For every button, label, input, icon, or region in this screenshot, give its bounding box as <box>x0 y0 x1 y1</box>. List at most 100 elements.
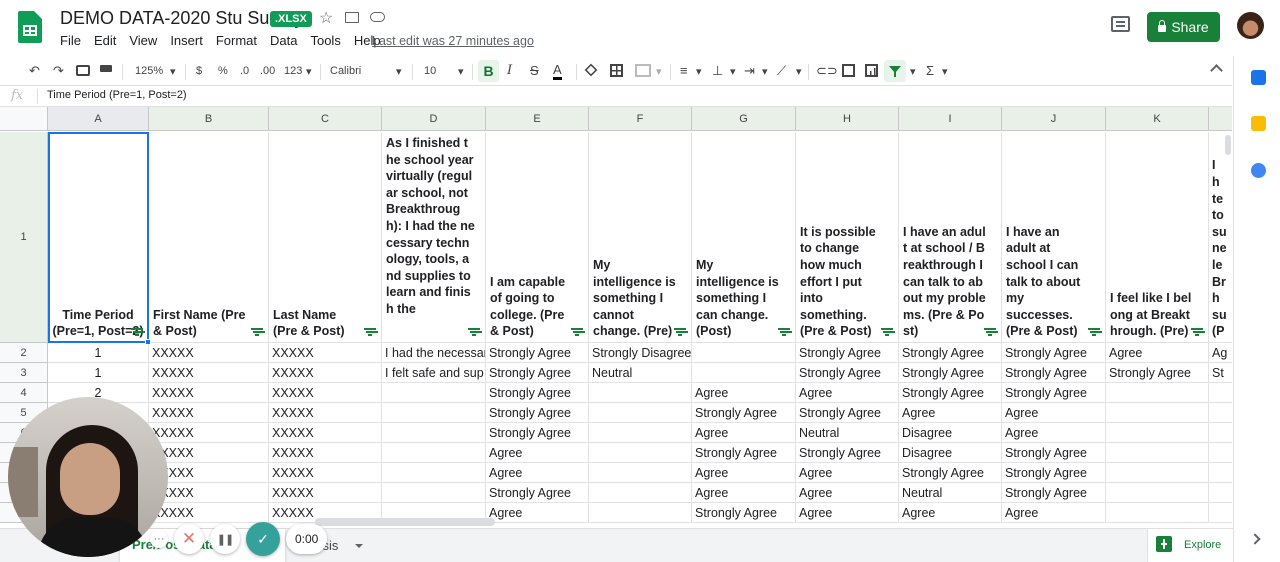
increase-decimal-button[interactable]: .00 <box>260 65 275 77</box>
column-header-c[interactable]: C <box>269 107 382 131</box>
table-cell[interactable]: XXXXX <box>269 363 382 383</box>
row-header-1[interactable]: 1 <box>0 132 48 343</box>
column-header-a[interactable]: A <box>48 107 149 131</box>
wrap-icon[interactable]: ⇥ <box>744 63 755 79</box>
table-cell[interactable]: Agree <box>692 483 796 503</box>
vertical-scrollbar[interactable] <box>1225 135 1231 155</box>
finish-recording-button[interactable]: ✓ <box>246 522 280 556</box>
paint-format-icon[interactable] <box>100 65 112 72</box>
decrease-decimal-button[interactable]: .0 <box>240 65 249 77</box>
header-cell[interactable]: My intelligence is something I cannot ch… <box>589 132 692 343</box>
column-header-l[interactable] <box>1209 107 1232 131</box>
cancel-recording-button[interactable]: ✕ <box>174 524 204 554</box>
filter-icon[interactable] <box>1191 328 1203 336</box>
table-cell[interactable]: Strongly Agree <box>1002 463 1106 483</box>
table-cell[interactable]: XXXXX <box>149 503 269 523</box>
filter-icon[interactable] <box>984 328 996 336</box>
table-cell[interactable]: Strongly Agree <box>486 423 589 443</box>
header-cell[interactable]: I have an adult at school I can talk to … <box>1002 132 1106 343</box>
filter-icon[interactable] <box>468 328 480 336</box>
bold-button[interactable]: B <box>478 60 499 82</box>
table-cell[interactable]: Strongly Agree <box>1002 363 1106 383</box>
filter-icon[interactable] <box>364 328 376 336</box>
font-family-select[interactable]: Calibri <box>330 65 361 77</box>
table-cell[interactable]: Agree <box>692 463 796 483</box>
table-cell[interactable]: Disagree <box>899 423 1002 443</box>
header-cell[interactable]: First Name (Pre & Post) <box>149 132 269 343</box>
undo-icon[interactable]: ↶ <box>29 63 40 79</box>
table-cell[interactable]: XXXXX <box>269 403 382 423</box>
fill-color-icon[interactable] <box>584 63 598 77</box>
menu-view[interactable]: View <box>129 33 157 48</box>
column-header-e[interactable]: E <box>486 107 589 131</box>
menu-file[interactable]: File <box>60 33 81 48</box>
table-cell[interactable]: Agree <box>1002 503 1106 523</box>
star-icon[interactable]: ☆ <box>319 8 333 28</box>
header-cell[interactable]: It is possible to change how much effort… <box>796 132 899 343</box>
collapse-menus-icon[interactable] <box>1210 64 1223 77</box>
table-cell[interactable]: Agree <box>796 483 899 503</box>
table-cell[interactable]: Strongly Agree <box>486 343 589 363</box>
table-cell[interactable]: Ag <box>1209 343 1232 363</box>
table-cell[interactable]: Strongly Agree <box>1002 443 1106 463</box>
table-cell[interactable]: Agree <box>899 503 1002 523</box>
table-cell[interactable] <box>589 503 692 523</box>
table-cell[interactable]: Agree <box>692 423 796 443</box>
header-cell[interactable]: Last Name (Pre & Post) <box>269 132 382 343</box>
comment-icon[interactable] <box>1111 16 1130 32</box>
table-cell[interactable]: 1 <box>48 343 149 363</box>
column-header-g[interactable]: G <box>692 107 796 131</box>
table-cell[interactable]: Agree <box>1002 423 1106 443</box>
table-cell[interactable]: Strongly Agree <box>796 363 899 383</box>
table-cell[interactable]: St <box>1209 363 1232 383</box>
table-cell[interactable]: Strongly Agree <box>1002 343 1106 363</box>
table-cell[interactable]: Strongly Agree <box>899 463 1002 483</box>
borders-icon[interactable] <box>610 64 623 77</box>
table-cell[interactable] <box>589 463 692 483</box>
table-cell[interactable]: Strongly Agree <box>692 443 796 463</box>
table-cell[interactable]: 1 <box>48 363 149 383</box>
menu-data[interactable]: Data <box>270 33 297 48</box>
table-cell[interactable]: Strongly Agree <box>486 483 589 503</box>
table-cell[interactable]: XXXXX <box>149 363 269 383</box>
table-cell[interactable] <box>382 483 486 503</box>
table-cell[interactable] <box>692 343 796 363</box>
pause-button[interactable]: ❚❚ <box>210 524 240 554</box>
last-edit-link[interactable]: Last edit was 27 minutes ago <box>372 34 534 48</box>
table-cell[interactable] <box>382 463 486 483</box>
column-header-i[interactable]: I <box>899 107 1002 131</box>
table-cell[interactable] <box>382 403 486 423</box>
table-cell[interactable]: Agree <box>796 383 899 403</box>
table-cell[interactable]: XXXXX <box>269 423 382 443</box>
header-cell[interactable]: I am capable of going to college. (Pre &… <box>486 132 589 343</box>
row-header-3[interactable]: 3 <box>0 363 48 383</box>
print-icon[interactable] <box>76 65 90 76</box>
cloud-icon[interactable] <box>370 12 385 22</box>
table-cell[interactable]: Agree <box>1002 403 1106 423</box>
table-cell[interactable]: XXXXX <box>269 443 382 463</box>
filter-icon[interactable] <box>881 328 893 336</box>
table-cell[interactable] <box>1106 383 1209 403</box>
calendar-icon[interactable] <box>1251 70 1266 85</box>
table-cell[interactable]: Strongly Agree <box>796 403 899 423</box>
table-cell[interactable]: XXXXX <box>269 383 382 403</box>
table-cell[interactable] <box>1106 463 1209 483</box>
table-cell[interactable]: XXXXX <box>149 403 269 423</box>
table-cell[interactable] <box>382 443 486 463</box>
table-cell[interactable]: XXXXX <box>149 343 269 363</box>
merge-cells-icon[interactable] <box>635 64 651 77</box>
avatar[interactable] <box>1237 12 1264 39</box>
table-cell[interactable] <box>382 423 486 443</box>
row-header-4[interactable]: 4 <box>0 383 48 403</box>
table-cell[interactable]: Disagree <box>899 443 1002 463</box>
chevron-down-icon[interactable] <box>355 544 363 548</box>
filter-icon[interactable] <box>131 328 143 336</box>
header-cell[interactable]: I h te to su ne le Br h su (P <box>1209 132 1232 343</box>
move-folder-icon[interactable] <box>345 12 359 23</box>
more-options-button[interactable]: ··· <box>150 530 168 548</box>
menu-tools[interactable]: Tools <box>310 33 340 48</box>
table-cell[interactable]: XXXXX <box>149 423 269 443</box>
table-cell[interactable] <box>589 443 692 463</box>
explore-button[interactable]: Explore <box>1147 529 1233 562</box>
header-cell[interactable]: As I finished the school year virtually … <box>382 132 486 343</box>
